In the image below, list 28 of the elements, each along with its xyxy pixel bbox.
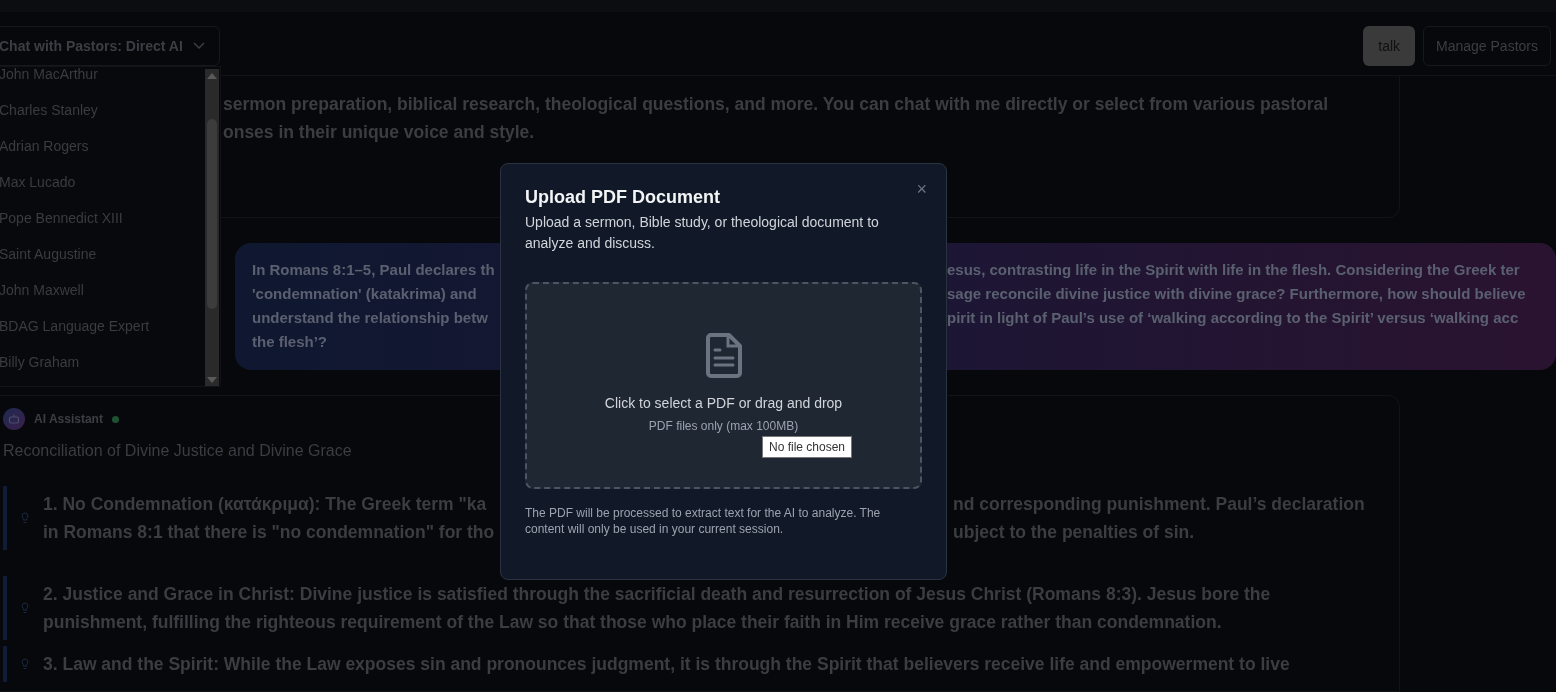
robot-avatar-icon [3,408,25,430]
scroll-down-icon [205,375,219,385]
message-text: understand the relationship betw [252,308,489,328]
dropdown-label: Chat with Pastors: Direct AI [0,37,183,54]
message-text: esus, contrasting life in the Spirit with life in the flesh. Considering the Greek ter [947,260,1520,280]
message-text: 'condemnation' (katakrima) and [252,284,478,304]
message-text: the flesh’? [252,332,327,352]
chevron-icon [193,41,205,50]
lightbulb-icon [21,658,29,670]
dropzone-hint: PDF files only (max 100MB) [648,419,799,433]
mode-dropdown[interactable]: Chat with Pastors: Direct AI [0,25,220,66]
scrollbar[interactable] [205,69,219,386]
dropzone-text: Click to select a PDF or drag and drop [604,395,843,411]
dialog-description: Upload a sermon, Bible study, or theological document to analyze and discuss. [525,213,880,253]
header-button[interactable]: Manage Pastors [1423,25,1551,66]
message-text: In Romans 8:1–5, Paul declares th [252,260,496,280]
scroll-up-icon [205,71,219,81]
document-icon [704,332,743,378]
dialog-title: Upload PDF Document [525,186,721,208]
close-button[interactable]: × [913,180,930,198]
sender-name: AI Assistant [34,412,103,426]
dialog-note: The PDF will be processed to extract text for the AI to analyze. The content will only be used in your current session. [525,505,882,537]
tooltip: No file chosen [762,436,853,458]
message-text: pirit in light of Paul’s use of ‘walking according to the Spirit’ versus ‘walking acc [947,308,1519,328]
lightbulb-icon [21,602,29,614]
file-dropzone[interactable]: Click to select a PDF or drag and drop PDF files only (max 100MB) No file chosen [525,282,922,489]
lightbulb-icon [21,512,29,524]
message-text: sage reconcile divine justice with divine grace? Furthermore, how should believe [947,284,1526,304]
